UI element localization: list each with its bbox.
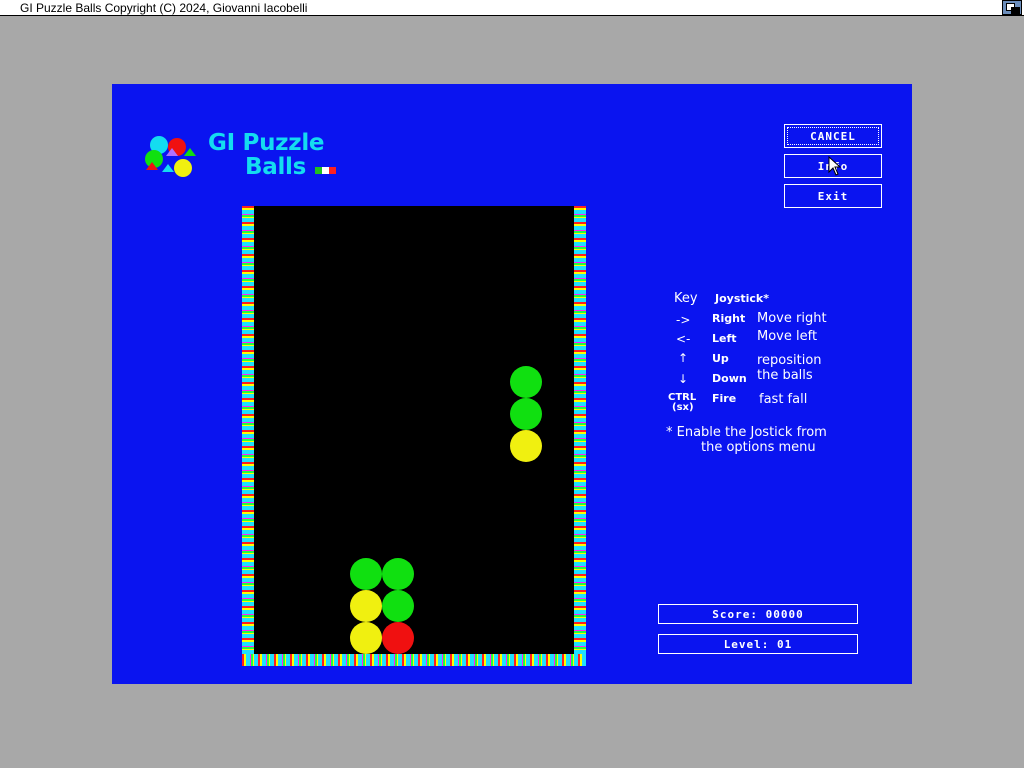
score-display: Score: 00000 bbox=[658, 604, 858, 624]
level-display: Level: 01 bbox=[658, 634, 858, 654]
arrow-up-icon: ↑ bbox=[678, 351, 689, 365]
settled-ball bbox=[350, 590, 382, 622]
playfield bbox=[254, 206, 574, 654]
falling-ball bbox=[510, 398, 542, 430]
exit-button[interactable]: Exit bbox=[784, 184, 882, 208]
help-note-line1: * Enable the Jostick from bbox=[666, 425, 827, 440]
help-desc-down: the balls bbox=[757, 368, 813, 383]
settled-ball bbox=[382, 558, 414, 590]
depth-front-square bbox=[1011, 7, 1020, 15]
help-key-right: -> bbox=[676, 313, 691, 327]
help-desc-right: Move right bbox=[757, 311, 827, 326]
help-key-header: Key bbox=[674, 291, 698, 306]
mouse-pointer-icon bbox=[828, 156, 842, 176]
help-joy-down: Down bbox=[712, 372, 747, 385]
help-note-line2: the options menu bbox=[701, 440, 816, 455]
help-key-ctrl-sx: (sx) bbox=[672, 402, 694, 413]
window-depth-icon[interactable] bbox=[1002, 0, 1022, 15]
playfield-right-border bbox=[574, 206, 586, 666]
window-title: GI Puzzle Balls Copyright (C) 2024, Giov… bbox=[20, 1, 308, 15]
window-title-bar[interactable]: GI Puzzle Balls Copyright (C) 2024, Giov… bbox=[0, 0, 1024, 16]
playfield-left-border bbox=[242, 206, 254, 666]
help-joy-fire: Fire bbox=[712, 392, 737, 405]
help-joy-up: Up bbox=[712, 352, 729, 365]
help-desc-fire: fast fall bbox=[759, 392, 808, 407]
falling-ball bbox=[510, 366, 542, 398]
cancel-button[interactable]: CANCEL bbox=[784, 124, 882, 148]
italian-flag-icon bbox=[315, 167, 336, 174]
falling-ball bbox=[510, 430, 542, 462]
game-screen: GI Puzzle Balls CANCEL Info Exit Key Joy… bbox=[112, 84, 912, 684]
arrow-down-icon: ↓ bbox=[678, 372, 689, 386]
logo-title-line1: GI Puzzle bbox=[208, 130, 325, 156]
help-joystick-header: Joystick* bbox=[715, 292, 769, 305]
settled-ball bbox=[350, 622, 382, 654]
settled-ball bbox=[382, 622, 414, 654]
logo-title-line2: Balls bbox=[245, 154, 307, 180]
settled-ball bbox=[382, 590, 414, 622]
help-joy-right: Right bbox=[712, 312, 746, 325]
help-key-left: <- bbox=[676, 332, 691, 346]
help-desc-left: Move left bbox=[757, 329, 818, 344]
playfield-bottom-border bbox=[242, 654, 586, 666]
help-desc-up: reposition bbox=[757, 353, 822, 368]
settled-ball bbox=[350, 558, 382, 590]
help-joy-left: Left bbox=[712, 332, 737, 345]
